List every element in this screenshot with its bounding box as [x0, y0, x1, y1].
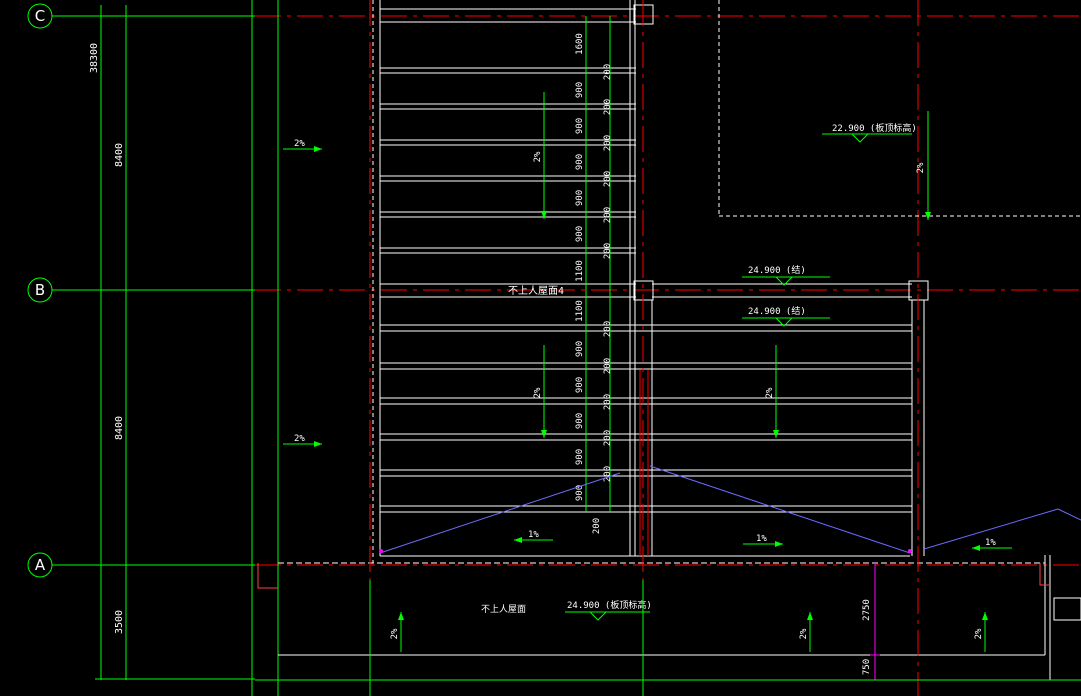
small-dim-8: 200 [603, 394, 613, 410]
slope-bottom-1-label: 1% [528, 530, 539, 540]
small-dim-10: 200 [603, 466, 613, 482]
axis-label-c: C [35, 7, 45, 25]
slope-lower-stack-label: 2% [533, 387, 543, 398]
level-roof-text: 22.900 (板顶标高) [832, 122, 917, 134]
dim-bottom: 200 [592, 518, 602, 534]
dim-d2: 900 [575, 118, 585, 134]
cad-drawing-canvas[interactable]: C B A 38300 8400 8400 3500 2% 2% 1600 90… [0, 0, 1081, 696]
level-mid2-text: 24.900 (结) [748, 305, 806, 317]
dim-d10: 900 [575, 413, 585, 429]
dim-d3: 900 [575, 154, 585, 170]
dim-span-bottom: 3500 [114, 610, 125, 634]
slope-left-upper-label: 2% [294, 139, 305, 149]
dim-span-ba: 8400 [114, 416, 125, 440]
dim-d4: 900 [575, 190, 585, 206]
dim-d5: 900 [575, 226, 585, 242]
small-dim-4: 200 [603, 207, 613, 223]
small-dim-6: 200 [603, 321, 613, 337]
drain-point-right [908, 549, 912, 553]
roof-label-b: 不上人屋面4 [508, 285, 564, 297]
small-dim-5: 200 [603, 243, 613, 259]
slope-bottom-2-label: 1% [756, 534, 767, 544]
dim-d1: 900 [575, 82, 585, 98]
dim-right-lower: 750 [862, 659, 872, 675]
slope-bottom-3-label: 1% [985, 538, 996, 548]
axis-label-b: B [35, 281, 45, 299]
dim-d7: 1100 [575, 300, 585, 322]
small-dim-7: 200 [603, 358, 613, 374]
dim-total: 38300 [89, 43, 100, 73]
dim-d6: 1100 [575, 260, 585, 282]
slope-upper-stack-label: 2% [533, 151, 543, 162]
slope-bottom-left-label: 2% [390, 628, 400, 639]
dim-top: 1600 [575, 33, 585, 55]
small-dim-9: 200 [603, 430, 613, 446]
roof-label-a: 不上人屋面 [481, 604, 526, 615]
slope-bottom-mid-label: 2% [799, 628, 809, 639]
dim-d8: 900 [575, 341, 585, 357]
level-bottom-text: 24.900 (板顶标高) [567, 599, 652, 611]
small-dim-2: 200 [603, 135, 613, 151]
slope-lower-right-label: 2% [765, 387, 775, 398]
small-dim-3: 200 [603, 171, 613, 187]
axis-label-a: A [35, 556, 46, 574]
dim-right-upper: 2750 [862, 599, 872, 621]
small-dim-1: 200 [603, 99, 613, 115]
slope-left-lower-label: 2% [294, 434, 305, 444]
slope-bottom-right-label: 2% [974, 628, 984, 639]
dim-d11: 900 [575, 449, 585, 465]
level-mid1-text: 24.900 (结) [748, 264, 806, 276]
dim-d9: 900 [575, 377, 585, 393]
drain-point-left [379, 549, 383, 553]
slope-upper-right-label: 2% [916, 162, 926, 173]
small-dim-0: 200 [603, 64, 613, 80]
dim-span-cb: 8400 [114, 143, 125, 167]
